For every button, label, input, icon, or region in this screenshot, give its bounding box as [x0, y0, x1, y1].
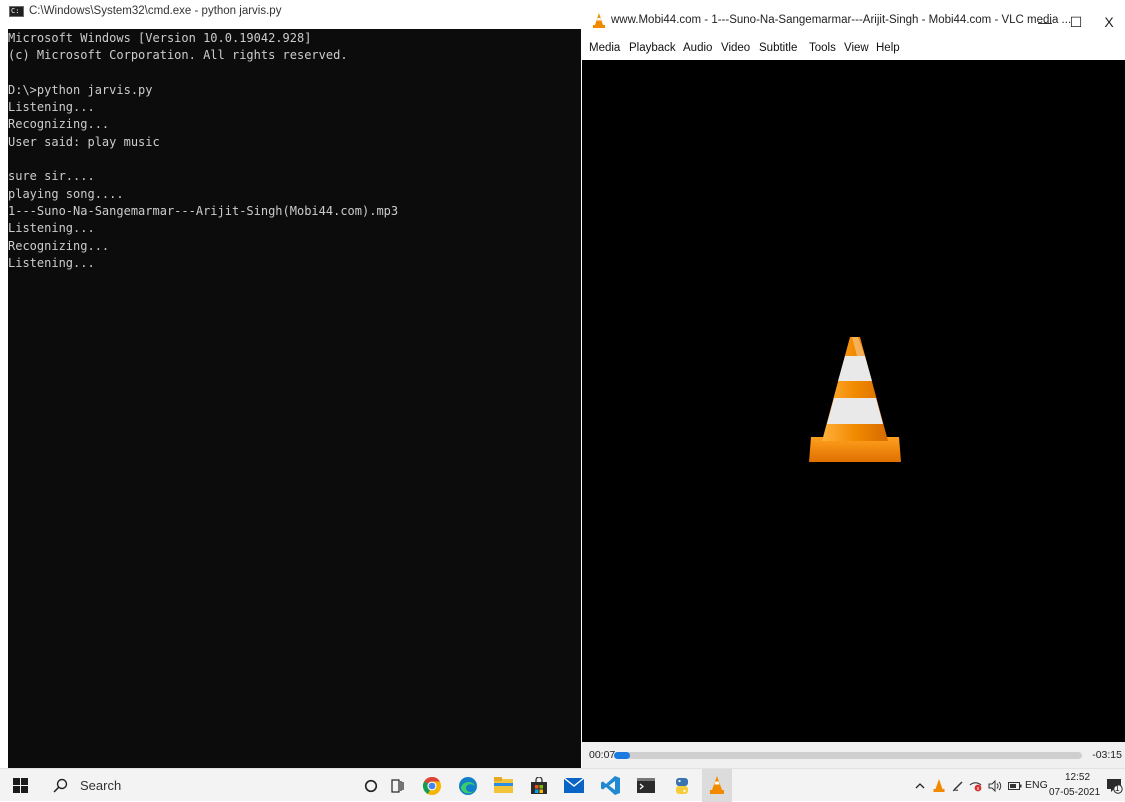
svg-text:x: x — [977, 786, 980, 792]
seek-progress — [614, 752, 630, 759]
console-line: Listening... — [8, 100, 95, 115]
search-label: Search — [80, 778, 122, 793]
search-icon — [53, 778, 68, 793]
network-icon[interactable]: x — [967, 769, 984, 802]
console-line: Recognizing... — [8, 238, 110, 253]
file-explorer-icon[interactable] — [488, 769, 518, 802]
cmd-window: C: C:\Windows\System32\cmd.exe - python … — [0, 0, 581, 768]
cmd-icon: C: — [9, 6, 24, 17]
menu-audio[interactable]: Audio — [683, 42, 712, 54]
seek-bar[interactable] — [614, 752, 1082, 759]
time-remaining[interactable]: -03:15 — [1092, 749, 1122, 761]
maximize-button[interactable]: ☐ — [1061, 10, 1091, 34]
vlc-title-icon — [593, 13, 605, 28]
vlc-cone-icon — [809, 337, 901, 462]
vlc-window-title: www.Mobi44.com - 1---Suno-Na-Sangemarmar… — [611, 14, 1072, 26]
vlc-icon[interactable] — [702, 769, 732, 802]
vlc-controls: 00:07 -03:15 — [582, 742, 1125, 768]
menu-media[interactable]: Media — [589, 42, 620, 54]
console-line: User said: play music — [8, 134, 160, 149]
menu-subtitle[interactable]: Subtitle — [759, 42, 797, 54]
cmd-console[interactable]: Microsoft Windows [Version 10.0.19042.92… — [8, 29, 581, 768]
console-line: D:\>python jarvis.py — [8, 82, 153, 97]
volume-icon[interactable] — [986, 769, 1004, 802]
minimize-button[interactable]: — — [1030, 10, 1060, 34]
chevron-up-icon[interactable] — [912, 769, 928, 802]
console-line: Microsoft Windows [Version 10.0.19042.92… — [8, 31, 312, 45]
console-line: Listening... — [8, 221, 95, 236]
console-line: Listening... — [8, 255, 95, 270]
video-area[interactable] — [582, 60, 1125, 742]
console-line: sure sir.... — [8, 169, 95, 184]
chrome-icon[interactable] — [417, 769, 447, 802]
store-icon[interactable] — [524, 769, 554, 802]
vlc-window: www.Mobi44.com - 1---Suno-Na-Sangemarmar… — [582, 0, 1125, 768]
vlc-titlebar[interactable]: www.Mobi44.com - 1---Suno-Na-Sangemarmar… — [582, 0, 1125, 38]
taskbar: Search x ENG 12:52 07-05-2021 1 — [0, 768, 1125, 802]
menu-view[interactable]: View — [844, 42, 869, 54]
clock-date: 07-05-2021 — [1049, 787, 1101, 798]
console-line: 1---Suno-Na-Sangemarmar---Arijit-Singh(M… — [8, 203, 399, 218]
vlc-tray-icon[interactable] — [930, 769, 947, 802]
terminal-icon[interactable] — [631, 769, 661, 802]
console-output: Microsoft Windows [Version 10.0.19042.92… — [8, 30, 398, 272]
time-elapsed: 00:07 — [589, 749, 616, 761]
cmd-titlebar[interactable]: C: C:\Windows\System32\cmd.exe - python … — [0, 0, 581, 29]
edge-icon[interactable] — [453, 769, 483, 802]
battery-icon[interactable] — [1006, 769, 1023, 802]
cmd-window-title: C:\Windows\System32\cmd.exe - python jar… — [29, 5, 282, 17]
clock[interactable]: 12:52 07-05-2021 — [1049, 769, 1104, 802]
cortana-icon[interactable] — [358, 769, 384, 802]
menu-playback[interactable]: Playback — [629, 42, 676, 54]
vscode-icon[interactable] — [595, 769, 625, 802]
language-indicator[interactable]: ENG — [1025, 779, 1048, 791]
menu-help[interactable]: Help — [876, 42, 900, 54]
pen-icon[interactable] — [949, 769, 966, 802]
mail-icon[interactable] — [559, 769, 589, 802]
windows-logo-icon — [13, 778, 28, 793]
clock-time: 12:52 — [1065, 772, 1091, 783]
taskbar-search[interactable]: Search — [41, 769, 355, 802]
start-button[interactable] — [0, 769, 41, 802]
console-line: playing song.... — [8, 186, 124, 201]
python-icon[interactable] — [667, 769, 697, 802]
close-button[interactable]: X — [1094, 10, 1124, 34]
vlc-menubar: Media Playback Audio Video Subtitle Tool… — [582, 38, 1125, 60]
menu-video[interactable]: Video — [721, 42, 750, 54]
notification-count: 1 — [1115, 784, 1120, 793]
notification-center-icon[interactable]: 1 — [1103, 769, 1125, 802]
menu-tools[interactable]: Tools — [809, 42, 836, 54]
console-line: (c) Microsoft Corporation. All rights re… — [8, 48, 348, 63]
console-line: Recognizing... — [8, 117, 110, 132]
task-view-icon[interactable] — [384, 769, 410, 802]
